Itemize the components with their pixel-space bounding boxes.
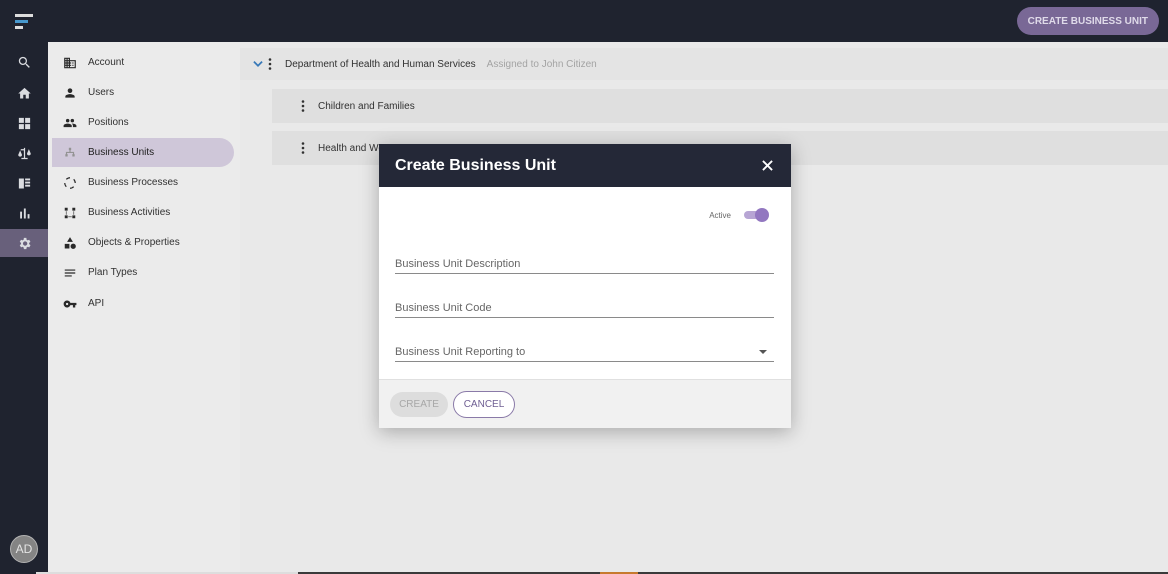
create-business-unit-dialog: Create Business Unit Active Business Uni…	[379, 144, 791, 428]
close-icon[interactable]	[759, 158, 775, 174]
dialog-header: Create Business Unit	[379, 144, 791, 187]
business-unit-code-input[interactable]: Business Unit Code	[395, 298, 774, 318]
active-label: Active	[709, 210, 731, 220]
active-toggle[interactable]	[743, 208, 769, 222]
business-unit-description-input[interactable]: Business Unit Description	[395, 254, 774, 274]
field-placeholder: Business Unit Reporting to	[395, 346, 526, 358]
field-placeholder: Business Unit Description	[395, 258, 521, 270]
dropdown-arrow-icon[interactable]	[759, 350, 767, 354]
dialog-footer: CREATE CANCEL	[379, 379, 791, 428]
business-unit-reporting-select[interactable]: Business Unit Reporting to	[395, 342, 774, 362]
active-toggle-row: Active	[709, 208, 769, 222]
field-placeholder: Business Unit Code	[395, 302, 492, 314]
create-button[interactable]: CREATE	[390, 392, 448, 417]
cancel-button[interactable]: CANCEL	[453, 391, 515, 418]
dialog-title: Create Business Unit	[395, 156, 556, 174]
toggle-knob	[755, 208, 769, 222]
